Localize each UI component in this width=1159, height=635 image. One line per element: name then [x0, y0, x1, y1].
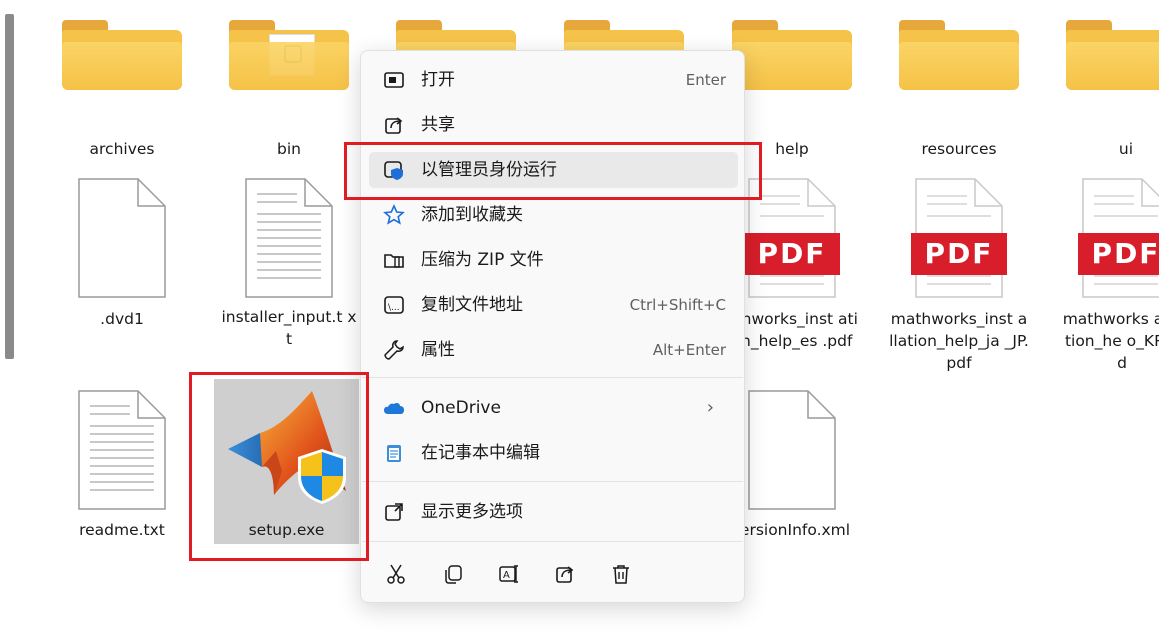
pdf-badge: PDF	[1078, 233, 1159, 275]
menu-item-shortcut: Alt+Enter	[652, 341, 726, 359]
menu-item-run-as-admin[interactable]: 以管理员身份运行	[369, 152, 738, 188]
folder-ui[interactable]: ui	[1056, 18, 1159, 168]
file-installer-input[interactable]: installer_input.t xt	[219, 178, 359, 368]
folder-icon	[899, 20, 1019, 90]
menu-item-label: 以管理员身份运行	[421, 160, 557, 180]
cut-icon	[387, 564, 405, 584]
folder-label: ui	[1118, 140, 1134, 158]
file-setup-exe[interactable]: setup.exe	[214, 379, 359, 544]
folder-archives[interactable]: archives	[52, 18, 192, 168]
file-label: readme.txt	[79, 521, 165, 539]
menu-item-label: 打开	[421, 70, 455, 90]
folder-label: bin	[277, 140, 301, 158]
menu-item-properties[interactable]: 属性 Alt+Enter	[369, 332, 738, 368]
menu-item-edit-notepad[interactable]: 在记事本中编辑	[369, 435, 738, 471]
folder-bin[interactable]: bin	[219, 18, 359, 168]
delete-button[interactable]	[603, 556, 639, 592]
folder-icon	[1066, 20, 1159, 90]
menu-item-shortcut: Enter	[685, 71, 726, 89]
file-label: mathworks_inst allation_help_ja _JP.pdf	[889, 310, 1029, 372]
menu-item-copy-path[interactable]: \... 复制文件地址 Ctrl+Shift+C	[369, 287, 738, 323]
folder-icon	[229, 20, 349, 90]
menu-item-label: 压缩为 ZIP 文件	[421, 250, 544, 270]
open-icon	[383, 69, 405, 91]
file-pdf-ko[interactable]: PDF mathworks allation_he o_KR.pd	[1056, 178, 1159, 378]
file-dvd1[interactable]: .dvd1	[52, 178, 192, 348]
text-file-icon	[245, 178, 333, 298]
copy-icon	[445, 565, 462, 584]
text-file-icon	[78, 390, 166, 510]
wrench-icon	[383, 339, 405, 361]
chevron-right-icon: ›	[706, 397, 714, 418]
menu-item-share[interactable]: 共享	[369, 107, 738, 143]
file-label: .dvd1	[100, 310, 144, 328]
rename-button[interactable]: A	[491, 556, 527, 592]
folder-icon	[62, 20, 182, 90]
menu-item-shortcut: Ctrl+Shift+C	[629, 296, 726, 314]
menu-item-label: OneDrive	[421, 398, 501, 418]
zip-icon	[383, 249, 405, 271]
folder-resources[interactable]: resources	[889, 18, 1029, 168]
blank-file-icon	[78, 178, 166, 298]
file-label: mathworks allation_he o_KR.pd	[1062, 310, 1159, 372]
pdf-badge: PDF	[744, 233, 840, 275]
file-label: installer_input.t xt	[221, 308, 357, 348]
menu-item-add-favorite[interactable]: 添加到收藏夹	[369, 197, 738, 233]
cut-button[interactable]	[378, 556, 414, 592]
menu-item-onedrive[interactable]: OneDrive ›	[369, 390, 738, 426]
notepad-icon	[383, 442, 405, 464]
menu-item-label: 复制文件地址	[421, 295, 523, 315]
file-label: ersionInfo.xml	[739, 521, 851, 539]
copy-button[interactable]	[435, 556, 471, 592]
share-icon	[383, 114, 405, 136]
menu-divider	[362, 481, 743, 482]
svg-text:A: A	[503, 570, 510, 581]
more-options-icon	[383, 501, 405, 523]
folder-label: resources	[921, 140, 997, 158]
onedrive-icon	[383, 397, 405, 419]
share-icon	[556, 566, 574, 583]
blank-file-icon	[748, 390, 836, 510]
share-button[interactable]	[547, 556, 583, 592]
file-readme[interactable]: readme.txt	[52, 390, 192, 550]
context-menu: 打开 Enter 共享 以管理员身份运行 添加到收藏夹 压缩为 ZIP 文件 \…	[360, 50, 745, 603]
folder-label: archives	[89, 140, 155, 158]
menu-item-open[interactable]: 打开 Enter	[369, 62, 738, 98]
menu-item-label: 添加到收藏夹	[421, 205, 523, 225]
file-label: setup.exe	[248, 521, 325, 539]
delete-icon	[613, 565, 629, 584]
menu-divider	[362, 541, 743, 542]
star-icon	[383, 204, 405, 226]
menu-item-label: 共享	[421, 115, 455, 135]
menu-item-compress-zip[interactable]: 压缩为 ZIP 文件	[369, 242, 738, 278]
menu-item-more-options[interactable]: 显示更多选项	[369, 494, 738, 530]
pdf-badge: PDF	[911, 233, 1007, 275]
svg-text:\...: \...	[388, 303, 400, 313]
menu-item-label: 显示更多选项	[421, 502, 523, 522]
menu-item-label: 属性	[421, 340, 455, 360]
file-pdf-ja[interactable]: PDF mathworks_inst allation_help_ja _JP.…	[889, 178, 1029, 378]
menu-item-label: 在记事本中编辑	[421, 443, 540, 463]
uac-shield-icon	[296, 447, 348, 505]
rename-icon: A	[499, 565, 518, 583]
admin-shield-icon	[383, 159, 405, 181]
menu-divider	[362, 377, 743, 378]
vertical-scrollbar[interactable]	[5, 14, 14, 359]
copy-path-icon: \...	[383, 294, 405, 316]
folder-icon	[732, 20, 852, 90]
